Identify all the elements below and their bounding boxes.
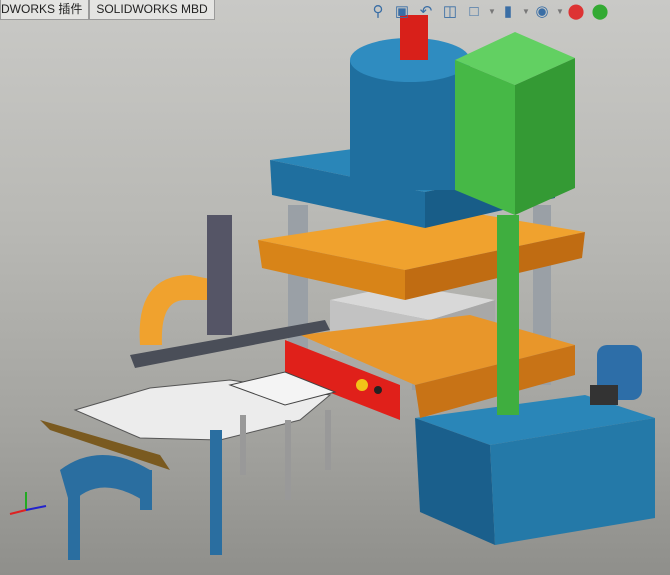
- chevron-down-icon[interactable]: ▼: [488, 2, 496, 22]
- edit-appearance-icon[interactable]: ⬤: [566, 2, 586, 22]
- zoom-area-icon[interactable]: ▣: [392, 2, 412, 22]
- zoom-to-fit-icon[interactable]: ⚲: [368, 2, 388, 22]
- display-style-icon[interactable]: ▮: [498, 2, 518, 22]
- view-orientation-icon[interactable]: □: [464, 2, 484, 22]
- previous-view-icon[interactable]: ↶: [416, 2, 436, 22]
- robot-arm: [139, 275, 215, 345]
- lift-actuator: [207, 215, 232, 335]
- chevron-down-icon[interactable]: ▼: [556, 2, 564, 22]
- hide-show-items-icon[interactable]: ◉: [532, 2, 552, 22]
- green-pole: [497, 215, 519, 415]
- apply-scene-icon[interactable]: ⬤: [590, 2, 610, 22]
- 3d-model-viewport[interactable]: [0, 0, 670, 575]
- section-view-icon[interactable]: ◫: [440, 2, 460, 22]
- chevron-down-icon[interactable]: ▼: [522, 2, 530, 22]
- motor-base: [590, 385, 618, 405]
- electrical-cabinet: [455, 60, 515, 215]
- heads-up-view-toolbar: ⚲ ▣ ↶ ◫ □ ▼ ▮ ▼ ◉ ▼ ⬤ ⬤: [368, 2, 610, 22]
- coordinate-triad-icon: [9, 492, 47, 515]
